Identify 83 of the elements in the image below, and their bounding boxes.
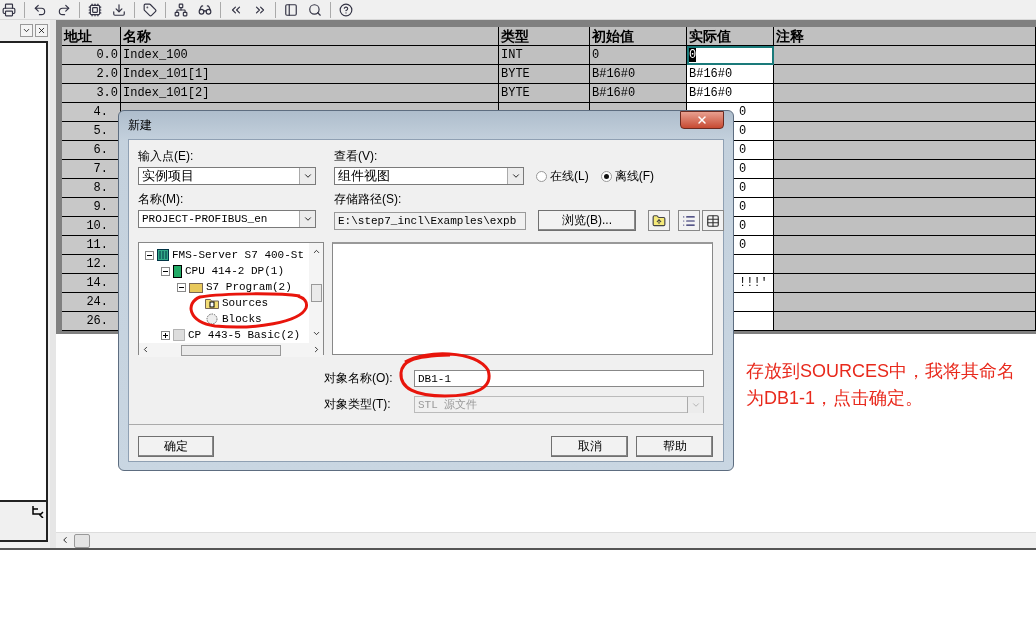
address-cell: 0.0	[62, 46, 121, 65]
radio-option[interactable]: 离线(F)	[600, 167, 654, 185]
address-cell: 3.0	[62, 84, 121, 103]
address-cell: 2.0	[62, 65, 121, 84]
address-cell: 6.	[62, 141, 121, 160]
address-cell: 5.	[62, 122, 121, 141]
close-icon	[696, 114, 708, 126]
dialog-title: 新建	[128, 116, 152, 134]
radio-icon[interactable]	[600, 170, 612, 182]
collapse-icon[interactable]	[177, 282, 186, 292]
cancel-button[interactable]: 取消	[551, 436, 628, 457]
address-cell: 7.	[62, 160, 121, 179]
column-header: 初始值	[590, 27, 687, 46]
field-label: 名称(M):	[138, 191, 185, 208]
scrollbar-thumb[interactable]	[181, 344, 281, 356]
column-header: 地址	[62, 27, 121, 46]
folder-icon	[205, 297, 219, 309]
tree-item[interactable]: S7 Program(2)	[206, 281, 292, 293]
table-cell: Index_101[2]	[121, 84, 499, 103]
browse-button[interactable]: 浏览(B)...	[538, 210, 636, 231]
address-cell: 8.	[62, 179, 121, 198]
folder-up-icon	[652, 213, 666, 228]
view-dropdown[interactable]: 组件视图	[334, 167, 524, 185]
field-label: 对象名称(O):	[324, 370, 394, 387]
field-label: 对象类型(T):	[324, 396, 392, 413]
table-cell: BYTE	[499, 65, 590, 84]
program-icon	[189, 281, 203, 293]
station-icon	[157, 249, 169, 261]
close-button[interactable]	[680, 111, 724, 129]
scrollbar-thumb[interactable]	[310, 284, 322, 302]
list-view-button[interactable]	[678, 210, 700, 231]
column-header: 注释	[774, 27, 1036, 46]
address-cell: 4.	[62, 103, 121, 122]
table-cell[interactable]: 0	[687, 46, 774, 65]
collapse-icon[interactable]	[145, 250, 154, 260]
ok-button[interactable]: 确定	[138, 436, 214, 457]
address-cell: 9.	[62, 198, 121, 217]
tree-item[interactable]: FMS-Server S7 400-St	[172, 249, 305, 261]
module-icon	[173, 329, 185, 341]
table-cell: Index_100	[121, 46, 499, 65]
table-cell[interactable]: B#16#0	[687, 84, 774, 103]
object-name-field[interactable]: DB1-1	[414, 370, 704, 387]
radio-option[interactable]: 在线(L)	[536, 167, 589, 185]
table-cell[interactable]: B#16#0	[687, 65, 774, 84]
name-dropdown[interactable]: PROJECT-PROFIBUS_en	[138, 210, 316, 228]
address-cell: 24.	[62, 293, 121, 312]
address-cell: 14.	[62, 274, 121, 293]
expand-icon[interactable]	[161, 330, 170, 340]
table-cell: Index_101[1]	[121, 65, 499, 84]
blocks-icon	[205, 313, 219, 325]
tree-item[interactable]: CP 443-5 Basic(2)	[188, 329, 301, 341]
radio-icon[interactable]	[536, 170, 547, 182]
table-cell: 0	[590, 46, 687, 65]
table-cell: BYTE	[499, 84, 590, 103]
table-cell: B#16#0	[590, 84, 687, 103]
collapse-icon[interactable]	[161, 266, 170, 276]
tree-item[interactable]: Blocks	[222, 313, 262, 325]
tree-item[interactable]: CPU 414-2 DP(1)	[185, 265, 285, 277]
field-label: 存储路径(S):	[334, 191, 403, 208]
cpu-module-icon	[173, 264, 182, 278]
tree-item[interactable]: Sources	[222, 297, 269, 309]
grid-icon	[706, 213, 720, 228]
table-cell: INT	[499, 46, 590, 65]
path-field[interactable]: E:\step7_incl\Examples\expb	[334, 211, 526, 230]
column-header: 类型	[499, 27, 590, 46]
column-header: 实际值	[687, 27, 774, 46]
list-icon	[682, 213, 696, 228]
help-button[interactable]: 帮助	[636, 436, 713, 457]
field-label: 输入点(E):	[138, 148, 195, 165]
detail-view-button[interactable]	[702, 210, 724, 231]
address-cell: 26.	[62, 312, 121, 331]
close-icon[interactable]	[35, 24, 48, 37]
folder-up-button[interactable]	[648, 210, 670, 231]
address-cell: 12.	[62, 255, 121, 274]
entry-point-dropdown[interactable]: 实例项目	[138, 167, 316, 185]
column-header: 名称	[121, 27, 499, 46]
address-cell: 10.	[62, 217, 121, 236]
field-label: 查看(V):	[334, 148, 379, 165]
address-cell: 11.	[62, 236, 121, 255]
jump-icon[interactable]	[30, 504, 44, 518]
table-cell: B#16#0	[590, 65, 687, 84]
scrollbar-thumb[interactable]	[74, 533, 90, 548]
annotation-text: 存放到SOURCES中，我将其命名为DB1-1，点击确定。	[746, 360, 1016, 410]
